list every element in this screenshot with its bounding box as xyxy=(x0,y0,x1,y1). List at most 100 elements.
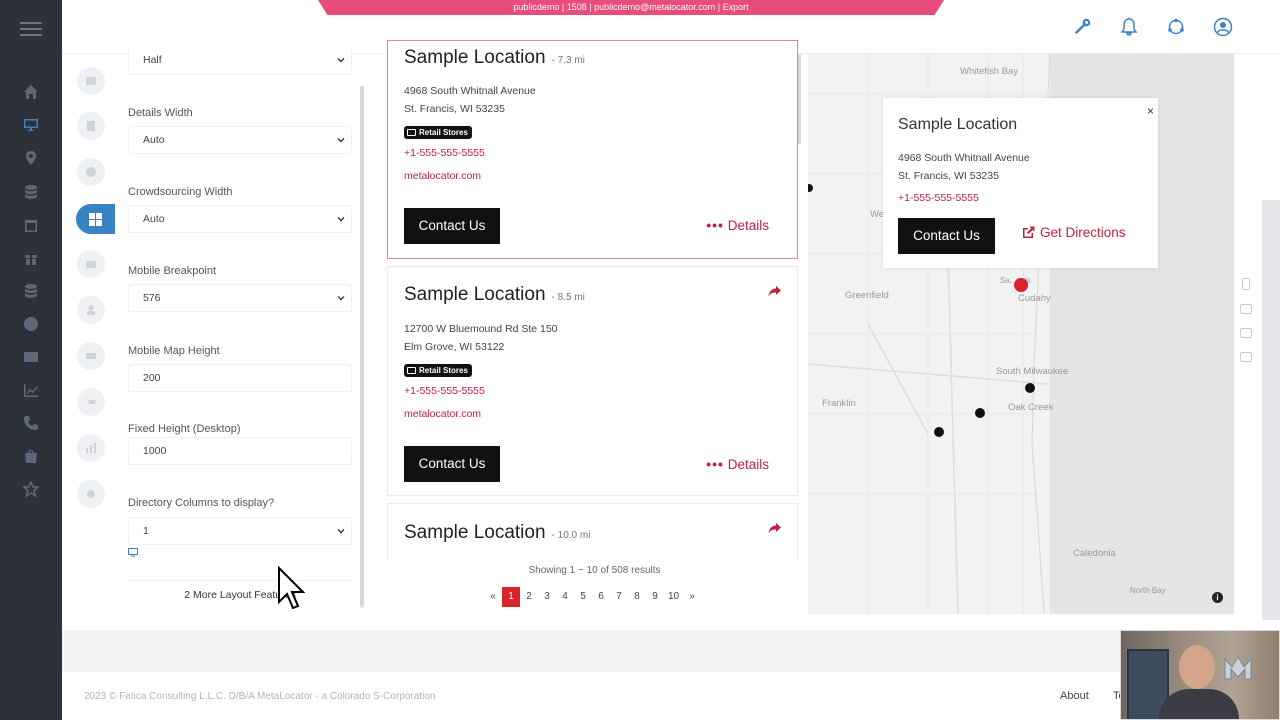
listing-card[interactable]: Sample Location - 8.5 mi 12700 W Bluemoun… xyxy=(387,266,798,496)
mobile-map-height-value: 200 xyxy=(143,372,161,384)
map-label: Greenfield xyxy=(845,290,889,301)
get-directions-link[interactable]: Get Directions xyxy=(1021,225,1126,240)
cart-option-icon[interactable] xyxy=(77,388,105,416)
details-width-select[interactable]: Auto xyxy=(128,126,352,154)
settings-scrollbar-thumb[interactable] xyxy=(360,86,364,606)
page-1[interactable]: 1 xyxy=(502,587,520,607)
popup-contact-button[interactable]: Contact Us xyxy=(898,218,995,254)
page-3[interactable]: 3 xyxy=(538,587,556,607)
mobile-breakpoint-select[interactable]: 576 xyxy=(128,284,352,312)
map-label: Cudahy xyxy=(1018,293,1051,304)
bell-icon[interactable] xyxy=(1119,14,1139,37)
contact-us-button[interactable]: Contact Us xyxy=(404,208,500,244)
account-banner[interactable]: publicdemo | 1508 | publicdemo@metalocat… xyxy=(318,0,944,15)
play-option-icon[interactable] xyxy=(77,158,105,186)
page-4[interactable]: 4 xyxy=(556,587,574,607)
crowdsourcing-width-select[interactable]: Auto xyxy=(128,205,352,233)
fixed-height-input[interactable]: 1000 xyxy=(128,437,352,465)
popup-address-line2: St. Francis, WI 53235 xyxy=(898,170,999,182)
more-layout-features-button[interactable]: 2 More Layout Features xyxy=(128,580,352,608)
popup-phone-link[interactable]: +1-555-555-5555 xyxy=(898,192,979,204)
globe-icon[interactable] xyxy=(21,314,41,334)
page-prev[interactable]: « xyxy=(484,587,502,607)
page-7[interactable]: 7 xyxy=(610,587,628,607)
address-line2: Elm Grove, WI 53122 xyxy=(404,341,505,353)
listing-title[interactable]: Sample Location - 7.3 mi xyxy=(404,47,585,69)
share-icon[interactable] xyxy=(768,522,781,534)
info-icon[interactable]: i xyxy=(1212,592,1223,603)
phone-icon[interactable] xyxy=(21,413,41,433)
sync-icon[interactable] xyxy=(1166,17,1186,37)
map-marker[interactable] xyxy=(1025,383,1035,393)
directory-columns-select[interactable]: 1 xyxy=(128,517,352,545)
server-icon[interactable] xyxy=(21,281,41,301)
mobile-breakpoint-value: 576 xyxy=(143,292,161,304)
page-2[interactable]: 2 xyxy=(520,587,538,607)
chart-option-icon[interactable] xyxy=(77,434,105,462)
about-link[interactable]: About xyxy=(1060,690,1089,702)
page-option-icon[interactable] xyxy=(77,112,105,140)
layout-option-icon[interactable] xyxy=(77,67,105,95)
listing-title[interactable]: Sample Location - 8.5 mi xyxy=(404,284,585,306)
envelope-icon[interactable] xyxy=(21,347,41,367)
listing-website-link[interactable]: metalocator.com xyxy=(404,408,481,420)
listing-title[interactable]: Sample Location - 10.0 mi xyxy=(404,522,590,544)
crowdsourcing-width-label: Crowdsourcing Width xyxy=(128,186,233,198)
details-label: Details xyxy=(727,218,769,233)
pagination: « 1 2 3 4 5 6 7 8 9 10 » xyxy=(484,587,701,607)
mobile-icon[interactable] xyxy=(1242,278,1250,290)
map-marker[interactable] xyxy=(975,408,985,418)
page-10[interactable]: 10 xyxy=(664,587,683,607)
star-icon[interactable] xyxy=(21,479,41,499)
database-icon[interactable] xyxy=(21,182,41,202)
contact-us-button[interactable]: Contact Us xyxy=(404,446,500,482)
home-icon[interactable] xyxy=(21,82,41,102)
map-marker[interactable] xyxy=(934,427,944,437)
top-select[interactable]: Half xyxy=(128,47,352,75)
retail-stores-badge: Retail Stores xyxy=(404,126,472,139)
page-6[interactable]: 6 xyxy=(592,587,610,607)
page-next[interactable]: » xyxy=(683,587,701,607)
details-link[interactable]: ••• Details xyxy=(706,456,769,472)
desktop-preview-icon[interactable] xyxy=(1240,328,1252,338)
page-8[interactable]: 8 xyxy=(628,587,646,607)
layout-grid-icon[interactable] xyxy=(76,204,115,234)
close-icon[interactable]: × xyxy=(1147,104,1154,118)
open-external-icon[interactable] xyxy=(1240,352,1252,362)
left-nav xyxy=(0,0,62,720)
settings-scrollbar[interactable] xyxy=(360,86,364,608)
shopping-bag-icon[interactable] xyxy=(21,446,41,466)
gift-icon[interactable] xyxy=(21,248,41,268)
listing-title-text[interactable]: Sample Location xyxy=(404,284,546,305)
wrench-icon[interactable] xyxy=(1072,17,1092,37)
address-line1: 4968 South Whitnall Avenue xyxy=(404,85,536,97)
listing-scrollbar-thumb[interactable] xyxy=(798,54,801,144)
listing-website-link[interactable]: metalocator.com xyxy=(404,170,481,182)
listing-title-text[interactable]: Sample Location xyxy=(404,47,546,68)
map-marker-selected[interactable] xyxy=(1014,278,1028,292)
listing-card[interactable]: Sample Location - 10.0 mi xyxy=(387,503,798,560)
mail-option-icon[interactable] xyxy=(77,250,105,278)
listing-title-text[interactable]: Sample Location xyxy=(404,522,546,543)
menu-icon[interactable] xyxy=(20,22,42,40)
mobile-map-height-input[interactable]: 200 xyxy=(128,364,352,392)
chart-line-icon[interactable] xyxy=(21,380,41,400)
monitor-icon[interactable] xyxy=(21,115,41,135)
calendar-icon[interactable] xyxy=(21,215,41,235)
card-option-icon[interactable] xyxy=(77,342,105,370)
map-marker-icon[interactable] xyxy=(21,148,41,168)
listing-phone-link[interactable]: +1-555-555-5555 xyxy=(404,385,485,397)
share-icon[interactable] xyxy=(768,285,781,297)
mobile-map-height-label: Mobile Map Height xyxy=(128,345,220,357)
page-9[interactable]: 9 xyxy=(646,587,664,607)
details-link[interactable]: ••• Details xyxy=(706,217,769,233)
listing-phone-link[interactable]: +1-555-555-5555 xyxy=(404,147,485,159)
user-globe-icon[interactable] xyxy=(1213,17,1233,37)
tablet-icon[interactable] xyxy=(1240,304,1252,314)
page-5[interactable]: 5 xyxy=(574,587,592,607)
settings-option-icon[interactable] xyxy=(77,480,105,508)
listing-card[interactable]: Sample Location - 7.3 mi 4968 South Whitn… xyxy=(387,40,798,259)
page-scrollbar[interactable] xyxy=(1262,200,1280,620)
results-count: Showing 1 ~ 10 of 508 results xyxy=(528,565,661,576)
users-option-icon[interactable] xyxy=(77,296,105,324)
